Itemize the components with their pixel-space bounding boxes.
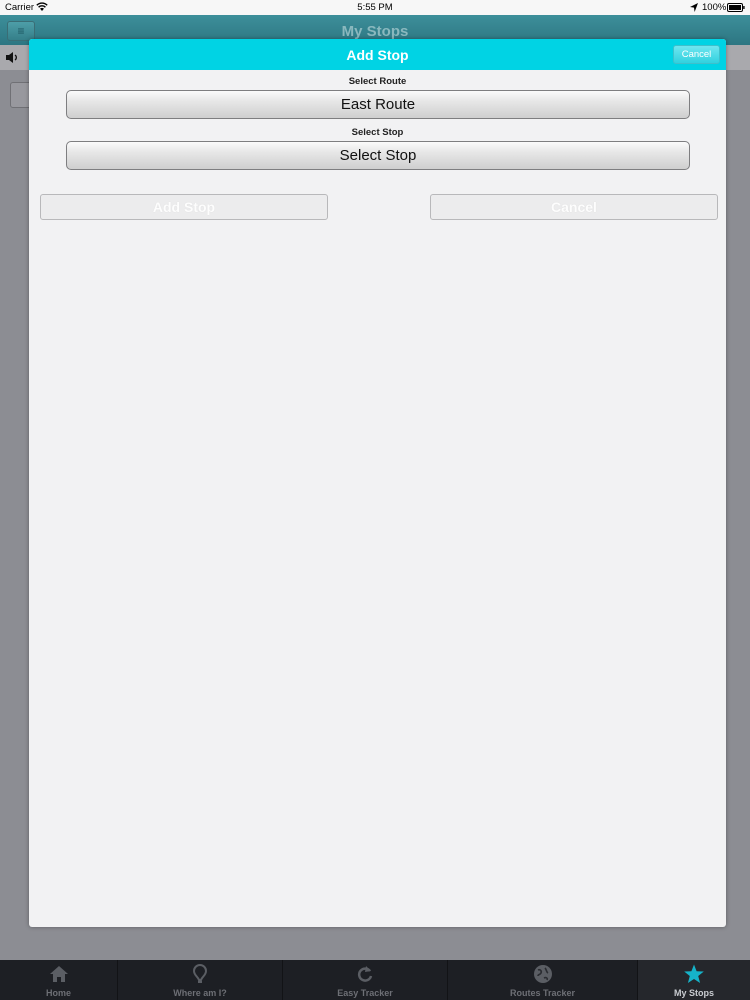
location-pin-icon <box>192 963 208 983</box>
stop-select[interactable]: Select Stop <box>66 141 690 170</box>
tab-where-am-i[interactable]: Where am I? <box>118 960 283 1000</box>
dialog-title: Add Stop <box>346 47 409 63</box>
tab-label: Routes Tracker <box>509 988 576 998</box>
tab-label: Home <box>45 988 71 998</box>
location-arrow-icon <box>690 3 698 12</box>
status-time: 5:55 PM <box>357 2 393 13</box>
dialog-header: Add Stop Cancel <box>29 39 726 70</box>
select-stop-label: Select Stop <box>351 127 404 138</box>
page-title: My Stops <box>341 23 409 40</box>
tab-home[interactable]: Home <box>0 960 118 1000</box>
refresh-icon <box>357 966 373 982</box>
tab-label: My Stops <box>673 988 714 998</box>
tab-easy-tracker[interactable]: Easy Tracker <box>283 960 448 1000</box>
status-bar: Carrier 5:55 PM 100% <box>0 0 750 15</box>
battery-icon <box>727 3 745 12</box>
select-route-label: Select Route <box>348 76 407 87</box>
tab-my-stops[interactable]: My Stops <box>638 960 750 1000</box>
tab-routes-tracker[interactable]: Routes Tracker <box>448 960 638 1000</box>
add-stop-dialog: Add Stop Cancel Select Route East Route … <box>29 39 726 927</box>
tab-label: Where am I? <box>173 988 227 998</box>
star-icon <box>684 964 704 983</box>
tab-bar: Home Where am I? Easy Tracker Routes Tra… <box>0 960 750 1000</box>
cancel-button[interactable]: Cancel <box>430 194 718 220</box>
battery-percent: 100% <box>702 2 727 13</box>
home-icon <box>49 966 68 982</box>
route-select[interactable]: East Route <box>66 90 690 119</box>
speaker-icon[interactable] <box>5 51 19 64</box>
globe-icon <box>533 965 552 983</box>
tab-label: Easy Tracker <box>337 988 393 998</box>
header-cancel-button[interactable]: Cancel <box>673 45 720 64</box>
add-stop-button[interactable]: Add Stop <box>40 194 328 220</box>
